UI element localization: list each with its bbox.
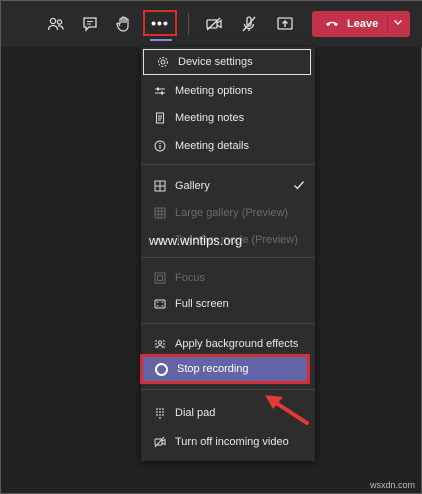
leave-label: Leave <box>347 18 379 30</box>
menu-item-label: Turn off incoming video <box>175 436 289 448</box>
more-actions-button[interactable]: ••• <box>143 10 177 36</box>
video-off-icon <box>153 435 167 449</box>
menu-item-label: Apply background effects <box>175 338 299 350</box>
menu-item-label: Focus <box>175 272 205 284</box>
info-icon <box>153 139 167 153</box>
sliders-icon <box>153 84 167 98</box>
raise-hand-icon[interactable] <box>111 11 137 37</box>
menu-item-label: Full screen <box>175 298 229 310</box>
footer-watermark: wsxdn.com <box>369 480 415 490</box>
menu-item-device-settings[interactable]: Device settings <box>143 49 311 75</box>
camera-off-icon[interactable] <box>201 11 227 37</box>
more-actions-icon: ••• <box>151 15 169 31</box>
chevron-down-icon[interactable] <box>392 16 404 28</box>
menu-item-label: Device settings <box>178 56 253 68</box>
menu-item-label: Meeting details <box>175 140 249 152</box>
notes-icon <box>153 111 167 125</box>
menu-item-turn-off-incoming-video[interactable]: Turn off incoming video <box>141 429 315 455</box>
menu-item-label: Stop recording <box>177 363 249 375</box>
large-gallery-icon <box>153 206 167 220</box>
watermark-text: www.wintips.org <box>149 233 243 248</box>
mic-off-icon[interactable] <box>236 11 262 37</box>
menu-divider <box>141 323 315 324</box>
menu-item-gallery[interactable]: Gallery <box>141 173 315 199</box>
menu-item-full-screen[interactable]: Full screen <box>141 291 315 317</box>
chat-icon[interactable] <box>77 11 103 37</box>
menu-divider <box>141 164 315 165</box>
meeting-toolbar: ••• Leave <box>1 1 422 47</box>
menu-item-label: Dial pad <box>175 407 216 419</box>
leave-divider <box>387 15 388 33</box>
participants-icon[interactable] <box>43 11 69 37</box>
leave-button[interactable]: Leave <box>312 11 410 37</box>
menu-item-meeting-details[interactable]: Meeting details <box>141 133 315 159</box>
menu-item-focus: Focus <box>141 265 315 291</box>
pointer-arrow-icon <box>265 395 309 425</box>
meeting-window: ••• Leave Device settings Meeting option… <box>0 0 422 494</box>
menu-item-stop-recording[interactable]: Stop recording <box>140 354 310 384</box>
checkmark-icon <box>293 179 305 194</box>
menu-item-large-gallery: Large gallery (Preview) <box>141 200 315 226</box>
gallery-icon <box>153 179 167 193</box>
active-indicator <box>150 39 172 41</box>
menu-item-meeting-options[interactable]: Meeting options <box>141 78 315 104</box>
menu-item-label: Meeting options <box>175 85 253 97</box>
menu-divider <box>141 389 315 390</box>
fullscreen-icon <box>153 297 167 311</box>
focus-icon <box>153 271 167 285</box>
dialpad-icon <box>153 406 167 420</box>
share-tray-icon[interactable] <box>272 11 298 37</box>
menu-divider <box>141 257 315 258</box>
menu-item-label: Meeting notes <box>175 112 245 124</box>
menu-item-label: Large gallery (Preview) <box>175 207 289 219</box>
gear-icon <box>156 55 170 69</box>
menu-item-meeting-notes[interactable]: Meeting notes <box>141 105 315 131</box>
record-icon <box>155 362 168 376</box>
menu-item-label: Gallery <box>175 180 210 192</box>
toolbar-divider <box>188 13 189 35</box>
hang-up-icon <box>325 19 339 29</box>
background-effects-icon <box>153 337 167 351</box>
